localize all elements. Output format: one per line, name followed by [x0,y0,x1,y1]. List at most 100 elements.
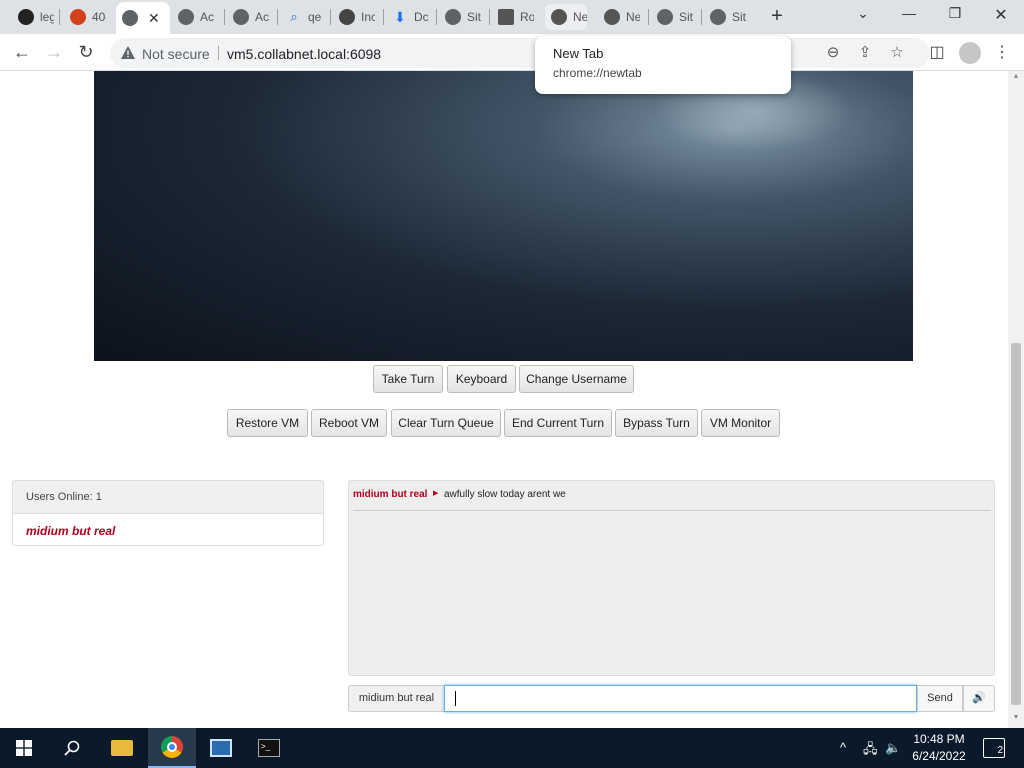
tab-search-icon[interactable]: ⌄ [851,5,875,27]
menu-icon[interactable]: ⋮ [991,42,1013,64]
zoom-icon[interactable]: ⊖ [824,44,842,62]
address-bar[interactable]: Not secure vm5.collabnet.local:6098 ⊖ ⇪ … [110,38,930,68]
tab-title: Sit [679,10,693,24]
tab-title: Ne [626,10,640,24]
close-window-icon[interactable]: ✕ [989,5,1013,27]
reboot-vm-button[interactable]: Reboot VM [311,409,387,437]
chat-input[interactable] [444,685,917,712]
terminal-icon[interactable]: >_ [245,728,293,768]
browser-tab-active[interactable]: ✕ [116,2,170,34]
browser-tab[interactable]: 404 [64,4,106,30]
user-list-item[interactable]: midium but real [13,514,323,548]
new-tab-button[interactable]: + [766,6,788,28]
omnibox-divider [218,46,219,60]
browser-tab-hovered[interactable]: Ne [545,4,587,30]
end-current-turn-button[interactable]: End Current Turn [504,409,612,437]
browser-tab[interactable]: Ac [227,4,269,30]
hover-card-url: chrome://newtab [553,66,642,80]
tab-title: 404 [92,10,106,24]
windows-logo-icon [16,740,32,756]
browser-tab[interactable]: leg [12,4,54,30]
chat-arrow-icon: ▶ [433,490,439,497]
console-icon: >_ [258,739,280,757]
take-turn-button[interactable]: Take Turn [373,365,443,393]
window-app-icon [210,739,232,757]
browser-tab[interactable]: Ac [172,4,214,30]
notification-count: 2 [997,745,1003,756]
sound-toggle-icon[interactable]: 🔊 [963,685,995,712]
globe-icon [710,9,726,25]
tab-title: Ro [520,10,534,24]
bypass-turn-button[interactable]: Bypass Turn [615,409,698,437]
browser-tab[interactable]: ⌕ qe [280,4,322,30]
network-icon[interactable]: 🖧 [863,740,878,762]
minimize-icon[interactable]: — [897,5,921,27]
tab-separator [59,9,60,25]
url-text[interactable]: vm5.collabnet.local:6098 [227,46,381,62]
forward-icon[interactable]: → [42,41,66,65]
bookmark-star-icon[interactable]: ☆ [888,44,906,62]
tab-title: Sit [732,10,746,24]
tray-chevron-icon[interactable]: ^ [840,740,846,755]
restore-icon[interactable]: ❐ [943,5,967,27]
clock-time: 10:48 PM [913,732,965,746]
vm-display[interactable] [94,71,913,361]
chat-message: midium but real ▶ awfully slow today are… [353,489,991,511]
security-label[interactable]: Not secure [142,46,210,62]
browser-tab[interactable]: Ne [598,4,640,30]
clock-date: 6/24/2022 [912,749,966,763]
mascot-icon [70,9,86,25]
scroll-up-icon[interactable]: ▲ [1008,73,1024,85]
clear-turn-queue-button[interactable]: Clear Turn Queue [391,409,501,437]
close-tab-icon[interactable]: ✕ [148,10,160,27]
back-icon[interactable]: ← [10,41,34,65]
globe-icon [233,9,249,25]
search-icon[interactable] [48,728,96,768]
profile-avatar-icon[interactable] [959,42,981,64]
send-button[interactable]: Send [917,685,963,712]
keyboard-button[interactable]: Keyboard [447,365,516,393]
volume-icon[interactable]: 🔈 [885,740,901,756]
tab-title: leg [40,10,54,24]
search-glass-icon [64,740,80,756]
chrome-taskbar-icon[interactable] [148,728,196,768]
file-explorer-icon[interactable] [98,728,146,768]
side-panel-icon[interactable]: ◫ [926,42,948,64]
page-content: Take Turn Keyboard Change Username Resto… [0,71,1008,728]
tab-separator [383,9,384,25]
system-clock[interactable]: 10:48 PM 6/24/2022 [906,731,972,765]
search-icon: ⌕ [290,9,298,24]
globe-icon [122,10,138,26]
app-window-icon[interactable] [197,728,245,768]
folder-icon [111,740,133,756]
browser-tab[interactable]: Sit [651,4,693,30]
chat-message-username[interactable]: midium but real [353,489,427,500]
notification-center-icon[interactable]: 2 [983,738,1005,758]
scroll-down-icon[interactable]: ▼ [1008,714,1024,726]
browser-tab[interactable]: Ro [492,4,534,30]
windows-taskbar: >_ ^ 🖧 🔈 10:48 PM 6/24/2022 2 [0,728,1024,768]
globe-icon [178,9,194,25]
warning-icon [121,46,135,59]
tab-separator [648,9,649,25]
mascot-icon [339,9,355,25]
start-button[interactable] [0,728,48,768]
browser-tab[interactable]: Inc [333,4,375,30]
tab-separator [701,9,702,25]
tab-separator [277,9,278,25]
scroll-thumb[interactable] [1011,343,1021,705]
share-icon[interactable]: ⇪ [856,44,874,62]
users-online-panel: Users Online: 1 midium but real [12,480,324,546]
browser-tab[interactable]: Sit [704,4,746,30]
chat-message-text: awfully slow today arent we [444,489,566,500]
reload-icon[interactable]: ↻ [74,41,98,65]
vm-monitor-button[interactable]: VM Monitor [701,409,780,437]
page-scrollbar[interactable]: ▲ ▼ [1008,71,1024,728]
browser-tab[interactable]: ⬇ Dc [386,4,428,30]
chrome-icon [551,9,567,25]
browser-tab[interactable]: Sit [439,4,481,30]
hover-card-title: New Tab [553,46,604,61]
tab-title: Dc [414,10,428,24]
restore-vm-button[interactable]: Restore VM [227,409,308,437]
change-username-button[interactable]: Change Username [519,365,634,393]
